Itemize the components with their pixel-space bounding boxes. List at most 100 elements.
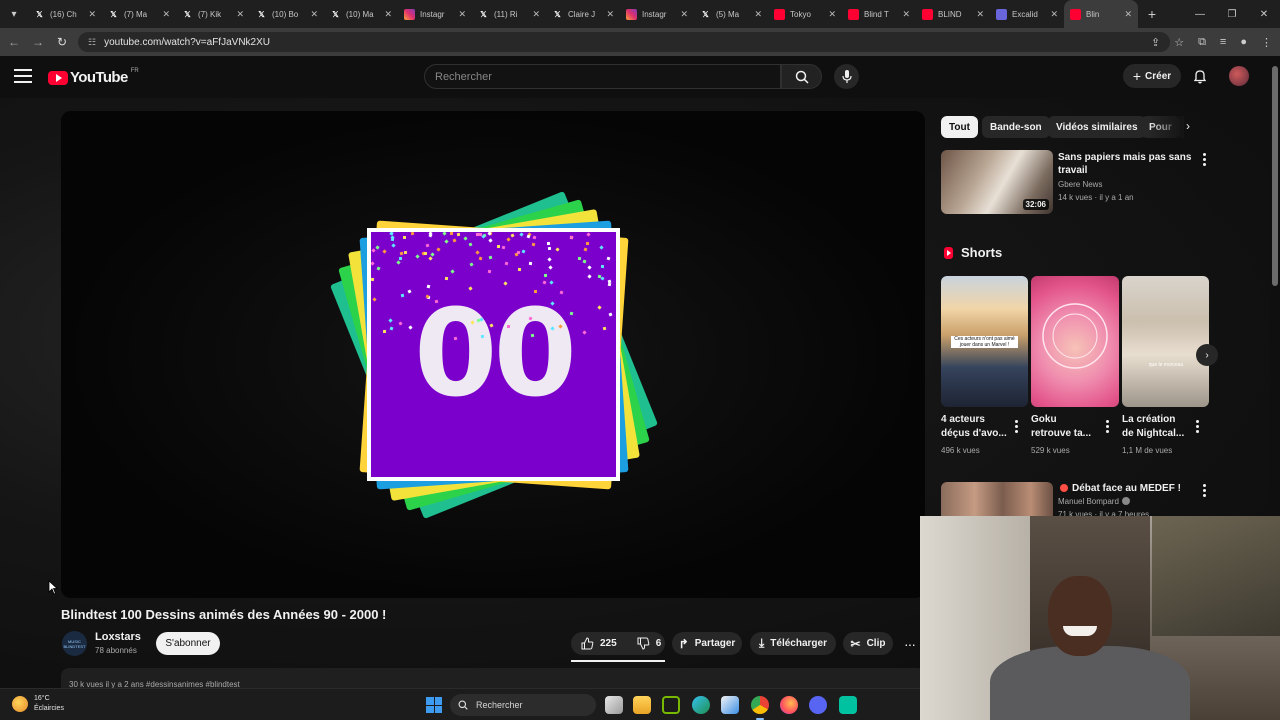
new-tab-button[interactable]: + <box>1142 6 1162 22</box>
short-options-icon[interactable] <box>1195 420 1199 433</box>
chip-soundtrack[interactable]: Bande-son <box>982 116 1050 138</box>
minimize-icon[interactable]: — <box>1184 0 1216 28</box>
recommended-channel[interactable]: Manuel Bompard <box>1058 496 1130 508</box>
forward-icon[interactable]: → <box>26 30 50 54</box>
maximize-icon[interactable]: ❐ <box>1216 0 1248 28</box>
tab-close-icon[interactable]: ✕ <box>1050 9 1058 20</box>
tab-close-icon[interactable]: ✕ <box>88 9 96 20</box>
more-actions-icon[interactable]: ··· <box>904 636 916 652</box>
chrome-icon[interactable] <box>751 696 769 714</box>
file-explorer-icon[interactable] <box>633 696 651 714</box>
short-options-icon[interactable] <box>1014 420 1018 433</box>
browser-tab[interactable]: Instagr ✕ <box>398 0 472 28</box>
tab-close-icon[interactable]: ✕ <box>606 9 614 20</box>
edge-icon[interactable] <box>692 696 710 714</box>
back-icon[interactable]: ← <box>2 30 26 54</box>
youtube-logo[interactable]: YouTube FR <box>48 68 139 86</box>
browser-tab[interactable]: Blind T ✕ <box>842 0 916 28</box>
tab-close-icon[interactable]: ✕ <box>902 9 910 20</box>
bookmark-star-icon[interactable]: ☆ <box>1174 36 1184 49</box>
task-view-icon[interactable] <box>605 696 623 714</box>
scrollbar-thumb[interactable] <box>1272 66 1278 286</box>
short-options-icon[interactable] <box>1105 420 1109 433</box>
dislike-button[interactable]: 6 <box>627 632 672 655</box>
tab-close-icon[interactable]: ✕ <box>1124 9 1132 20</box>
reload-icon[interactable]: ↻ <box>50 30 74 54</box>
browser-tab[interactable]: 𝕏 (11) Ri ✕ <box>472 0 546 28</box>
browser-menu-icon[interactable]: ⋮ <box>1261 36 1272 49</box>
channel-avatar[interactable]: MUSIC BLINDTEST <box>62 631 87 656</box>
account-avatar[interactable] <box>1229 66 1249 86</box>
recommended-title[interactable]: Sans papiers mais pas sans travail <box>1058 151 1194 177</box>
address-bar[interactable]: ☷ youtube.com/watch?v=aFfJaVNk2XU <box>78 32 1170 52</box>
download-button[interactable]: ⤓ Télécharger <box>750 632 836 655</box>
tab-search-menu-icon[interactable]: ▾ <box>4 4 24 24</box>
description-box[interactable]: 30 k vues il y a 2 ans #dessinsanimes #b… <box>61 668 925 688</box>
short-thumbnail[interactable]: Ces acteurs n'ont pas aimé jouer dans un… <box>941 276 1028 407</box>
chip-similar-videos[interactable]: Vidéos similaires <box>1048 116 1146 138</box>
tab-close-icon[interactable]: ✕ <box>458 9 466 20</box>
browser-tab[interactable]: 𝕏 (10) Ma ✕ <box>324 0 398 28</box>
confetti-piece <box>585 241 590 246</box>
guide-menu-icon[interactable] <box>14 69 32 83</box>
like-button[interactable]: 225 <box>571 632 627 655</box>
browser-tab[interactable]: 𝕏 Claire J ✕ <box>546 0 620 28</box>
browser-tab[interactable]: 𝕏 (16) Ch ✕ <box>28 0 102 28</box>
tab-close-icon[interactable]: ✕ <box>384 9 392 20</box>
tab-close-icon[interactable]: ✕ <box>236 9 244 20</box>
recommended-channel[interactable]: Gbere News <box>1058 179 1102 191</box>
weather-widget[interactable]: 16°C Éclaircies <box>12 694 64 714</box>
short-thumbnail[interactable]: que le morceau <box>1122 276 1209 407</box>
search-input[interactable]: Rechercher <box>424 64 781 89</box>
tab-close-icon[interactable]: ✕ <box>976 9 984 20</box>
close-window-icon[interactable]: ✕ <box>1248 0 1280 28</box>
create-button[interactable]: + Créer <box>1123 64 1181 88</box>
shorts-next-button[interactable]: › <box>1196 344 1218 366</box>
clip-button[interactable]: ✂ Clip <box>843 632 893 655</box>
notifications-bell-icon[interactable] <box>1192 68 1208 84</box>
search-button[interactable] <box>781 64 822 89</box>
short-title[interactable]: La création de Nightcal... <box>1122 413 1194 441</box>
browser-tab[interactable]: 𝕏 (7) Ma ✕ <box>102 0 176 28</box>
browser-tab[interactable]: 𝕏 (5) Ma ✕ <box>694 0 768 28</box>
video-player[interactable]: 00 <box>61 111 925 598</box>
browser-tab[interactable]: 𝕏 (7) Kik ✕ <box>176 0 250 28</box>
tab-close-icon[interactable]: ✕ <box>532 9 540 20</box>
short-title[interactable]: 4 acteurs déçus d'avo... <box>941 413 1011 441</box>
tab-close-icon[interactable]: ✕ <box>310 9 318 20</box>
recommended-title[interactable]: Débat face au MEDEF ! <box>1060 482 1196 495</box>
tab-close-icon[interactable]: ✕ <box>754 9 762 20</box>
store-icon[interactable] <box>721 696 739 714</box>
tab-close-icon[interactable]: ✕ <box>828 9 836 20</box>
reading-list-icon[interactable]: ≡ <box>1220 36 1226 48</box>
site-info-icon[interactable]: ☷ <box>88 37 96 48</box>
windows-start-icon[interactable] <box>426 697 442 713</box>
recommended-thumbnail[interactable]: 32:06 <box>941 150 1053 214</box>
firefox-icon[interactable] <box>780 696 798 714</box>
browser-tab[interactable]: 𝕏 (10) Bo ✕ <box>250 0 324 28</box>
profile-icon[interactable]: ● <box>1240 36 1247 48</box>
browser-tab[interactable]: BLIND ✕ <box>916 0 990 28</box>
tab-close-icon[interactable]: ✕ <box>162 9 170 20</box>
voice-search-button[interactable] <box>834 64 859 89</box>
video-options-icon[interactable] <box>1202 153 1206 166</box>
install-app-icon[interactable]: ⇪ <box>1151 36 1160 49</box>
video-options-icon[interactable] <box>1202 484 1206 497</box>
tab-close-icon[interactable]: ✕ <box>680 9 688 20</box>
extensions-icon[interactable]: ⧉ <box>1198 36 1206 49</box>
browser-tab[interactable]: Blin ✕ <box>1064 0 1138 28</box>
short-thumbnail[interactable] <box>1031 276 1119 407</box>
taskbar-search[interactable]: Rechercher <box>450 694 596 716</box>
short-title[interactable]: Goku retrouve ta... <box>1031 413 1101 441</box>
share-button[interactable]: ↱ Partager <box>672 632 742 655</box>
subscribe-button[interactable]: S'abonner <box>156 632 220 655</box>
browser-tab[interactable]: Instagr ✕ <box>620 0 694 28</box>
discord-icon[interactable] <box>809 696 827 714</box>
browser-tab[interactable]: Excalid ✕ <box>990 0 1064 28</box>
nvidia-icon[interactable] <box>662 696 680 714</box>
browser-tab[interactable]: Tokyo ✕ <box>768 0 842 28</box>
chevron-right-icon[interactable]: › <box>1186 119 1190 133</box>
channel-name[interactable]: Loxstars <box>95 631 141 643</box>
stream-app-icon[interactable] <box>839 696 857 714</box>
chip-all[interactable]: Tout <box>941 116 978 138</box>
